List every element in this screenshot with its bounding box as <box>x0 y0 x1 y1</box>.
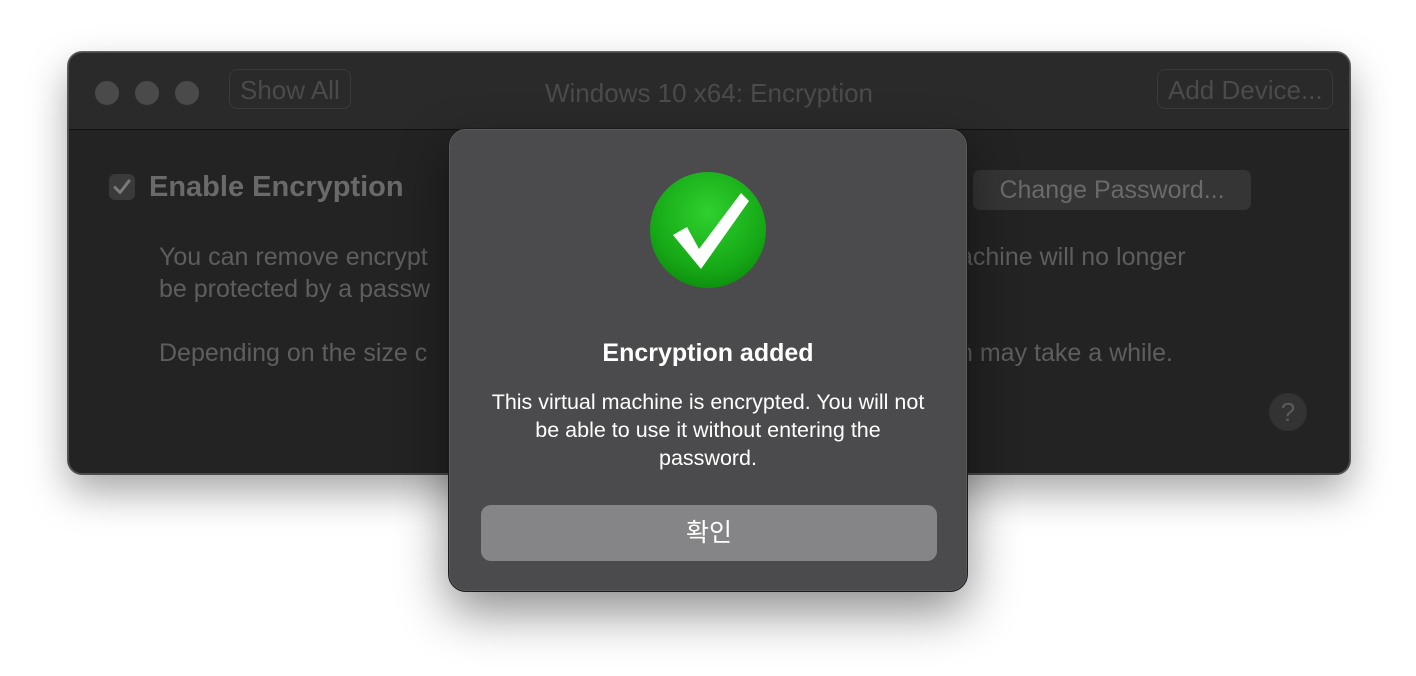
description-line-3-right: n may take a while. <box>959 339 1173 367</box>
add-device-button[interactable]: Add Device... <box>1157 69 1333 109</box>
description-line-1-right: achine will no longer <box>959 243 1186 271</box>
enable-encryption-checkbox[interactable] <box>109 174 135 200</box>
encryption-added-alert: Encryption added This virtual machine is… <box>448 128 968 592</box>
alert-title: Encryption added <box>602 339 814 367</box>
help-button[interactable]: ? <box>1269 393 1307 431</box>
enable-encryption-label: Enable Encryption <box>149 171 404 203</box>
screen: Show All Windows 10 x64: Encryption Add … <box>0 0 1416 676</box>
window-titlebar: Show All Windows 10 x64: Encryption Add … <box>69 53 1349 130</box>
change-password-button[interactable]: Change Password... <box>973 170 1251 210</box>
green-checkmark-icon <box>649 171 767 289</box>
ok-button[interactable]: 확인 <box>481 505 937 561</box>
description-line-1-left: You can remove encrypt <box>159 243 428 271</box>
alert-message: This virtual machine is encrypted. You w… <box>491 390 925 470</box>
description-line-3-left: Depending on the size c <box>159 339 428 367</box>
checkmark-icon <box>113 179 131 194</box>
